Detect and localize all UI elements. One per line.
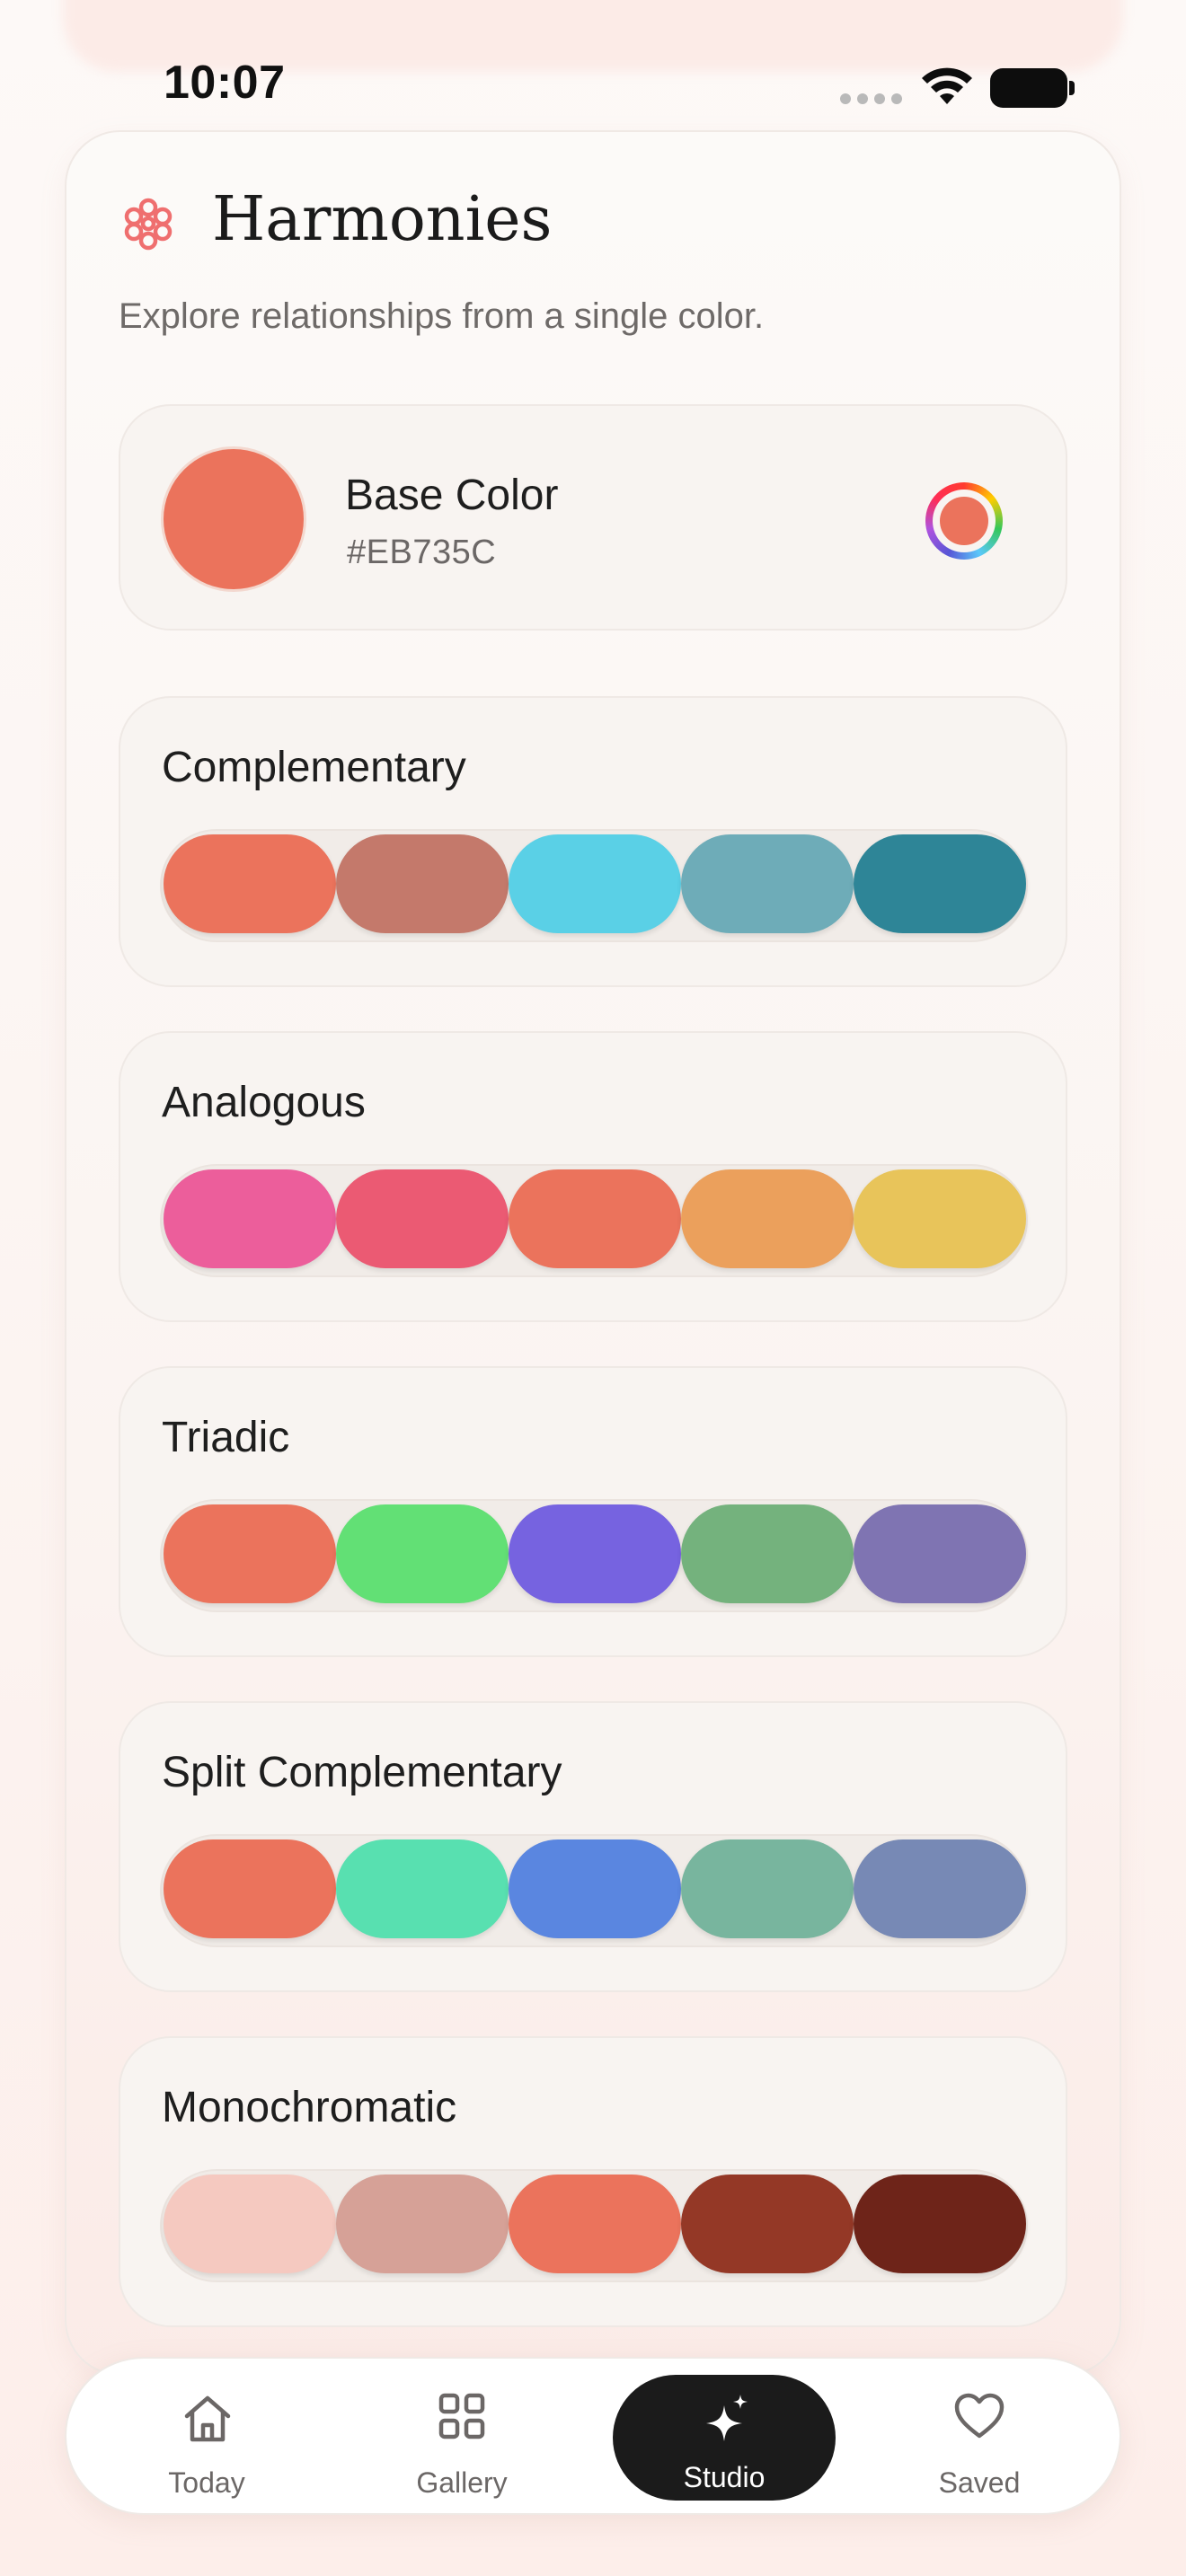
tab-studio-label: Studio (683, 2461, 766, 2493)
color-swatch[interactable] (854, 1504, 1026, 1603)
color-swatch[interactable] (681, 1839, 854, 1938)
color-swatch[interactable] (164, 2175, 336, 2273)
color-swatch[interactable] (336, 1839, 509, 1938)
color-swatch[interactable] (854, 1839, 1026, 1938)
harmony-title: Monochromatic (162, 2084, 457, 2131)
base-color-card[interactable]: Base Color #EB735C (119, 404, 1067, 631)
home-icon (184, 2395, 231, 2442)
color-swatch[interactable] (164, 1169, 336, 1268)
harmonies-logo-icon (124, 198, 173, 251)
harmony-title: Analogous (162, 1079, 366, 1126)
swatch-row (164, 2175, 1026, 2273)
harmony-card-split-complementary[interactable]: Split Complementary (119, 1701, 1067, 1992)
color-swatch[interactable] (336, 834, 509, 933)
color-swatch[interactable] (681, 834, 854, 933)
base-color-swatch[interactable] (164, 449, 304, 589)
harmony-title: Triadic (162, 1414, 290, 1461)
swatch-row (164, 1504, 1026, 1603)
color-swatch[interactable] (509, 1504, 681, 1603)
swatch-row (164, 834, 1026, 933)
tab-today-label: Today (168, 2466, 245, 2499)
color-swatch[interactable] (681, 1169, 854, 1268)
color-swatch[interactable] (681, 2175, 854, 2273)
page-title: Harmonies (212, 184, 553, 255)
signal-dots-icon (840, 93, 902, 104)
harmony-title: Complementary (162, 744, 466, 791)
tab-saved[interactable]: Saved (875, 2359, 1084, 2517)
status-bar: 10:07 (0, 0, 1186, 126)
color-swatch[interactable] (681, 1504, 854, 1603)
color-swatch[interactable] (509, 1169, 681, 1268)
heart-icon (954, 2393, 1005, 2439)
harmony-title: Split Complementary (162, 1749, 562, 1796)
base-color-label: Base Color (345, 472, 559, 519)
harmony-card-complementary[interactable]: Complementary (119, 696, 1067, 987)
color-swatch[interactable] (164, 1504, 336, 1603)
color-picker-button[interactable] (940, 497, 988, 545)
color-swatch[interactable] (854, 834, 1026, 933)
color-swatch[interactable] (336, 1169, 509, 1268)
tab-saved-label: Saved (938, 2466, 1021, 2499)
tab-gallery[interactable]: Gallery (358, 2359, 566, 2517)
color-swatch[interactable] (509, 834, 681, 933)
color-swatch[interactable] (854, 2175, 1026, 2273)
tab-today[interactable]: Today (102, 2359, 311, 2517)
page-subtitle: Explore relationships from a single colo… (119, 296, 765, 336)
color-swatch[interactable] (164, 1839, 336, 1938)
color-swatch[interactable] (509, 2175, 681, 2273)
color-swatch[interactable] (336, 1504, 509, 1603)
battery-icon (990, 68, 1075, 108)
swatch-row (164, 1839, 1026, 1938)
tab-bar: Today Gallery Studio Saved (65, 2357, 1121, 2515)
swatch-row (164, 1169, 1026, 1268)
color-swatch[interactable] (854, 1169, 1026, 1268)
color-swatch[interactable] (336, 2175, 509, 2273)
grid-icon (438, 2393, 485, 2439)
color-swatch[interactable] (509, 1839, 681, 1938)
base-color-hex: #EB735C (347, 534, 497, 571)
color-swatch[interactable] (164, 834, 336, 933)
status-time: 10:07 (164, 57, 286, 109)
harmony-card-analogous[interactable]: Analogous (119, 1031, 1067, 1322)
sparkle-icon (706, 2395, 748, 2441)
harmony-card-monochromatic[interactable]: Monochromatic (119, 2036, 1067, 2327)
tab-studio[interactable]: Studio (613, 2375, 836, 2501)
wifi-icon (922, 67, 972, 104)
harmony-card-triadic[interactable]: Triadic (119, 1366, 1067, 1657)
tab-gallery-label: Gallery (416, 2466, 508, 2499)
